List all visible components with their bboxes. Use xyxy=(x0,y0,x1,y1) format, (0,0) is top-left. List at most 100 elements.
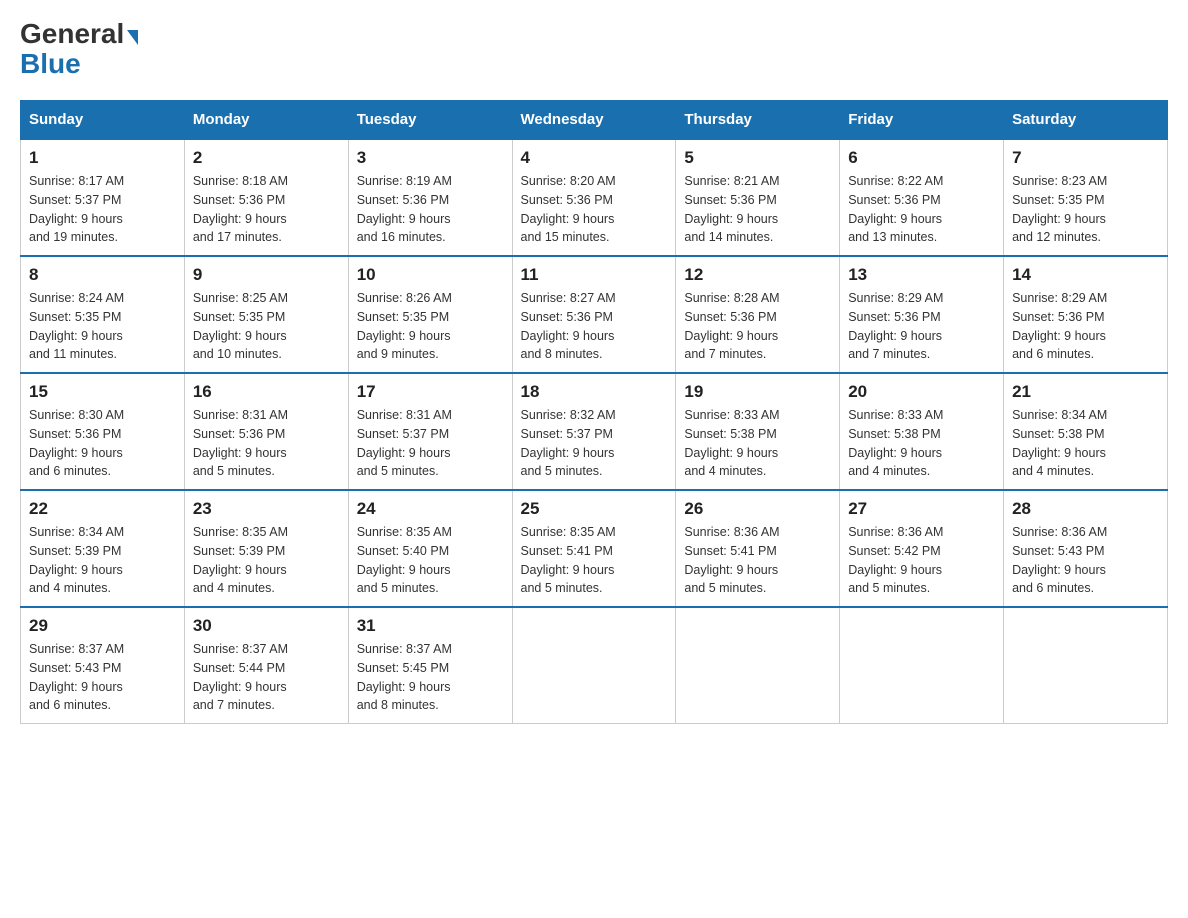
day-info: Sunrise: 8:35 AM Sunset: 5:41 PM Dayligh… xyxy=(521,523,668,598)
day-info: Sunrise: 8:28 AM Sunset: 5:36 PM Dayligh… xyxy=(684,289,831,364)
calendar-cell xyxy=(512,607,676,724)
calendar-cell: 1 Sunrise: 8:17 AM Sunset: 5:37 PM Dayli… xyxy=(21,139,185,256)
day-number: 27 xyxy=(848,499,995,519)
day-info: Sunrise: 8:36 AM Sunset: 5:42 PM Dayligh… xyxy=(848,523,995,598)
header-wednesday: Wednesday xyxy=(512,101,676,140)
day-info: Sunrise: 8:31 AM Sunset: 5:37 PM Dayligh… xyxy=(357,406,504,481)
calendar-cell: 21 Sunrise: 8:34 AM Sunset: 5:38 PM Dayl… xyxy=(1004,373,1168,490)
day-info: Sunrise: 8:32 AM Sunset: 5:37 PM Dayligh… xyxy=(521,406,668,481)
calendar-cell: 23 Sunrise: 8:35 AM Sunset: 5:39 PM Dayl… xyxy=(184,490,348,607)
day-number: 13 xyxy=(848,265,995,285)
calendar-cell: 16 Sunrise: 8:31 AM Sunset: 5:36 PM Dayl… xyxy=(184,373,348,490)
day-number: 19 xyxy=(684,382,831,402)
day-info: Sunrise: 8:21 AM Sunset: 5:36 PM Dayligh… xyxy=(684,172,831,247)
day-number: 1 xyxy=(29,148,176,168)
header-tuesday: Tuesday xyxy=(348,101,512,140)
calendar-cell xyxy=(840,607,1004,724)
day-info: Sunrise: 8:18 AM Sunset: 5:36 PM Dayligh… xyxy=(193,172,340,247)
calendar-cell: 18 Sunrise: 8:32 AM Sunset: 5:37 PM Dayl… xyxy=(512,373,676,490)
day-info: Sunrise: 8:37 AM Sunset: 5:43 PM Dayligh… xyxy=(29,640,176,715)
day-info: Sunrise: 8:33 AM Sunset: 5:38 PM Dayligh… xyxy=(848,406,995,481)
calendar-cell: 31 Sunrise: 8:37 AM Sunset: 5:45 PM Dayl… xyxy=(348,607,512,724)
calendar-cell: 7 Sunrise: 8:23 AM Sunset: 5:35 PM Dayli… xyxy=(1004,139,1168,256)
day-number: 15 xyxy=(29,382,176,402)
day-info: Sunrise: 8:34 AM Sunset: 5:39 PM Dayligh… xyxy=(29,523,176,598)
calendar-cell: 20 Sunrise: 8:33 AM Sunset: 5:38 PM Dayl… xyxy=(840,373,1004,490)
logo-arrow-icon xyxy=(127,30,138,45)
calendar-cell: 15 Sunrise: 8:30 AM Sunset: 5:36 PM Dayl… xyxy=(21,373,185,490)
calendar-cell: 6 Sunrise: 8:22 AM Sunset: 5:36 PM Dayli… xyxy=(840,139,1004,256)
day-info: Sunrise: 8:30 AM Sunset: 5:36 PM Dayligh… xyxy=(29,406,176,481)
day-number: 2 xyxy=(193,148,340,168)
calendar-cell: 26 Sunrise: 8:36 AM Sunset: 5:41 PM Dayl… xyxy=(676,490,840,607)
day-info: Sunrise: 8:35 AM Sunset: 5:40 PM Dayligh… xyxy=(357,523,504,598)
day-info: Sunrise: 8:19 AM Sunset: 5:36 PM Dayligh… xyxy=(357,172,504,247)
day-number: 30 xyxy=(193,616,340,636)
day-info: Sunrise: 8:33 AM Sunset: 5:38 PM Dayligh… xyxy=(684,406,831,481)
calendar-cell: 29 Sunrise: 8:37 AM Sunset: 5:43 PM Dayl… xyxy=(21,607,185,724)
calendar-cell: 27 Sunrise: 8:36 AM Sunset: 5:42 PM Dayl… xyxy=(840,490,1004,607)
calendar-cell: 30 Sunrise: 8:37 AM Sunset: 5:44 PM Dayl… xyxy=(184,607,348,724)
day-number: 23 xyxy=(193,499,340,519)
day-number: 31 xyxy=(357,616,504,636)
day-number: 22 xyxy=(29,499,176,519)
day-info: Sunrise: 8:17 AM Sunset: 5:37 PM Dayligh… xyxy=(29,172,176,247)
day-number: 5 xyxy=(684,148,831,168)
calendar-cell xyxy=(676,607,840,724)
logo-general: General xyxy=(20,20,124,48)
day-info: Sunrise: 8:34 AM Sunset: 5:38 PM Dayligh… xyxy=(1012,406,1159,481)
day-info: Sunrise: 8:22 AM Sunset: 5:36 PM Dayligh… xyxy=(848,172,995,247)
day-number: 29 xyxy=(29,616,176,636)
header-thursday: Thursday xyxy=(676,101,840,140)
calendar-cell: 12 Sunrise: 8:28 AM Sunset: 5:36 PM Dayl… xyxy=(676,256,840,373)
day-number: 25 xyxy=(521,499,668,519)
week-row-1: 1 Sunrise: 8:17 AM Sunset: 5:37 PM Dayli… xyxy=(21,139,1168,256)
week-row-5: 29 Sunrise: 8:37 AM Sunset: 5:43 PM Dayl… xyxy=(21,607,1168,724)
day-number: 3 xyxy=(357,148,504,168)
day-number: 14 xyxy=(1012,265,1159,285)
logo: General Blue xyxy=(20,20,138,80)
calendar-cell: 2 Sunrise: 8:18 AM Sunset: 5:36 PM Dayli… xyxy=(184,139,348,256)
calendar-cell: 13 Sunrise: 8:29 AM Sunset: 5:36 PM Dayl… xyxy=(840,256,1004,373)
calendar-cell: 24 Sunrise: 8:35 AM Sunset: 5:40 PM Dayl… xyxy=(348,490,512,607)
day-number: 24 xyxy=(357,499,504,519)
calendar-table: SundayMondayTuesdayWednesdayThursdayFrid… xyxy=(20,100,1168,724)
day-info: Sunrise: 8:27 AM Sunset: 5:36 PM Dayligh… xyxy=(521,289,668,364)
week-row-3: 15 Sunrise: 8:30 AM Sunset: 5:36 PM Dayl… xyxy=(21,373,1168,490)
day-info: Sunrise: 8:36 AM Sunset: 5:41 PM Dayligh… xyxy=(684,523,831,598)
day-info: Sunrise: 8:20 AM Sunset: 5:36 PM Dayligh… xyxy=(521,172,668,247)
calendar-cell: 8 Sunrise: 8:24 AM Sunset: 5:35 PM Dayli… xyxy=(21,256,185,373)
day-number: 16 xyxy=(193,382,340,402)
header-sunday: Sunday xyxy=(21,101,185,140)
week-row-4: 22 Sunrise: 8:34 AM Sunset: 5:39 PM Dayl… xyxy=(21,490,1168,607)
day-number: 9 xyxy=(193,265,340,285)
week-row-2: 8 Sunrise: 8:24 AM Sunset: 5:35 PM Dayli… xyxy=(21,256,1168,373)
header-saturday: Saturday xyxy=(1004,101,1168,140)
day-info: Sunrise: 8:23 AM Sunset: 5:35 PM Dayligh… xyxy=(1012,172,1159,247)
day-info: Sunrise: 8:36 AM Sunset: 5:43 PM Dayligh… xyxy=(1012,523,1159,598)
calendar-cell: 5 Sunrise: 8:21 AM Sunset: 5:36 PM Dayli… xyxy=(676,139,840,256)
calendar-cell: 25 Sunrise: 8:35 AM Sunset: 5:41 PM Dayl… xyxy=(512,490,676,607)
calendar-cell: 28 Sunrise: 8:36 AM Sunset: 5:43 PM Dayl… xyxy=(1004,490,1168,607)
calendar-cell: 9 Sunrise: 8:25 AM Sunset: 5:35 PM Dayli… xyxy=(184,256,348,373)
calendar-cell: 19 Sunrise: 8:33 AM Sunset: 5:38 PM Dayl… xyxy=(676,373,840,490)
day-number: 26 xyxy=(684,499,831,519)
day-number: 4 xyxy=(521,148,668,168)
calendar-cell: 22 Sunrise: 8:34 AM Sunset: 5:39 PM Dayl… xyxy=(21,490,185,607)
day-number: 6 xyxy=(848,148,995,168)
day-info: Sunrise: 8:35 AM Sunset: 5:39 PM Dayligh… xyxy=(193,523,340,598)
day-info: Sunrise: 8:26 AM Sunset: 5:35 PM Dayligh… xyxy=(357,289,504,364)
header-friday: Friday xyxy=(840,101,1004,140)
header-row: SundayMondayTuesdayWednesdayThursdayFrid… xyxy=(21,101,1168,140)
day-info: Sunrise: 8:37 AM Sunset: 5:44 PM Dayligh… xyxy=(193,640,340,715)
day-info: Sunrise: 8:31 AM Sunset: 5:36 PM Dayligh… xyxy=(193,406,340,481)
day-info: Sunrise: 8:24 AM Sunset: 5:35 PM Dayligh… xyxy=(29,289,176,364)
calendar-cell: 10 Sunrise: 8:26 AM Sunset: 5:35 PM Dayl… xyxy=(348,256,512,373)
day-number: 12 xyxy=(684,265,831,285)
day-info: Sunrise: 8:29 AM Sunset: 5:36 PM Dayligh… xyxy=(848,289,995,364)
calendar-cell: 4 Sunrise: 8:20 AM Sunset: 5:36 PM Dayli… xyxy=(512,139,676,256)
day-number: 18 xyxy=(521,382,668,402)
day-number: 20 xyxy=(848,382,995,402)
day-info: Sunrise: 8:25 AM Sunset: 5:35 PM Dayligh… xyxy=(193,289,340,364)
day-number: 17 xyxy=(357,382,504,402)
